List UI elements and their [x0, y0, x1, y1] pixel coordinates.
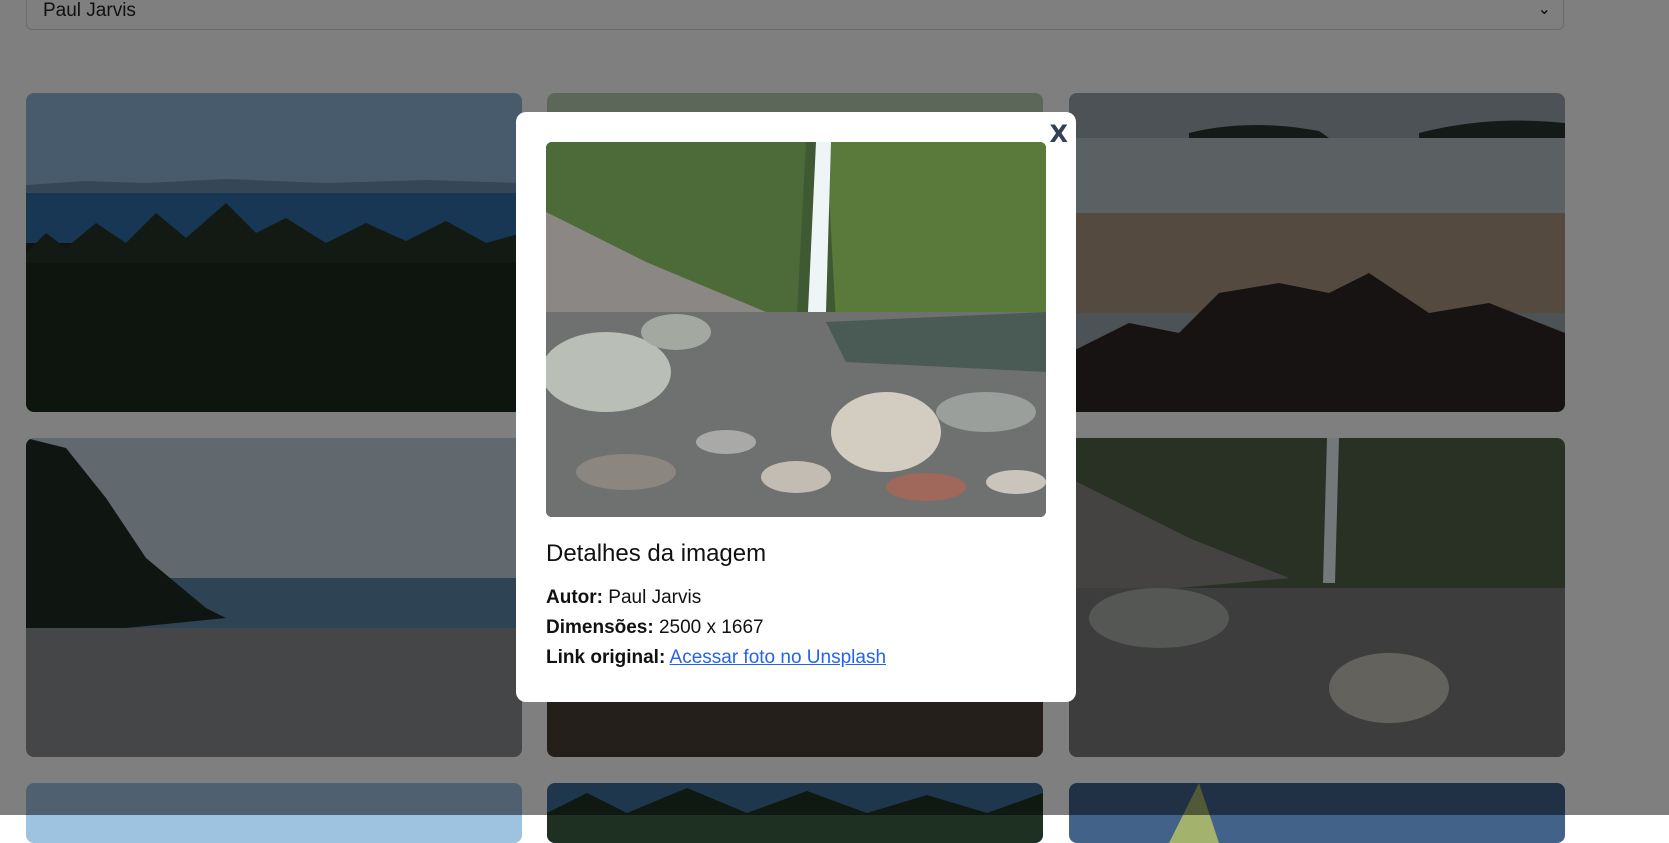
detail-author: Autor: Paul Jarvis	[546, 587, 701, 609]
modal-image-waterfall	[546, 142, 1046, 517]
dimensions-value: 2500 x 1667	[658, 617, 764, 638]
detail-link: Link original: Acessar foto no Unsplash	[546, 647, 886, 669]
dimensions-label: Dimensões:	[546, 617, 654, 638]
author-value: Paul Jarvis	[608, 587, 702, 608]
modal-title: Detalhes da imagem	[546, 540, 767, 567]
link-label: Link original:	[546, 647, 666, 668]
detail-dimensions: Dimensões: 2500 x 1667	[546, 617, 764, 639]
unsplash-link[interactable]: Acessar foto no Unsplash	[670, 647, 887, 668]
close-button[interactable]: X	[1049, 120, 1068, 148]
image-details-modal: X Detalhes da imagem Autor: Paul Jarvis …	[516, 112, 1076, 702]
author-label: Autor:	[546, 587, 603, 608]
gallery-page: Paul Jarvis ⌄	[0, 0, 1669, 843]
